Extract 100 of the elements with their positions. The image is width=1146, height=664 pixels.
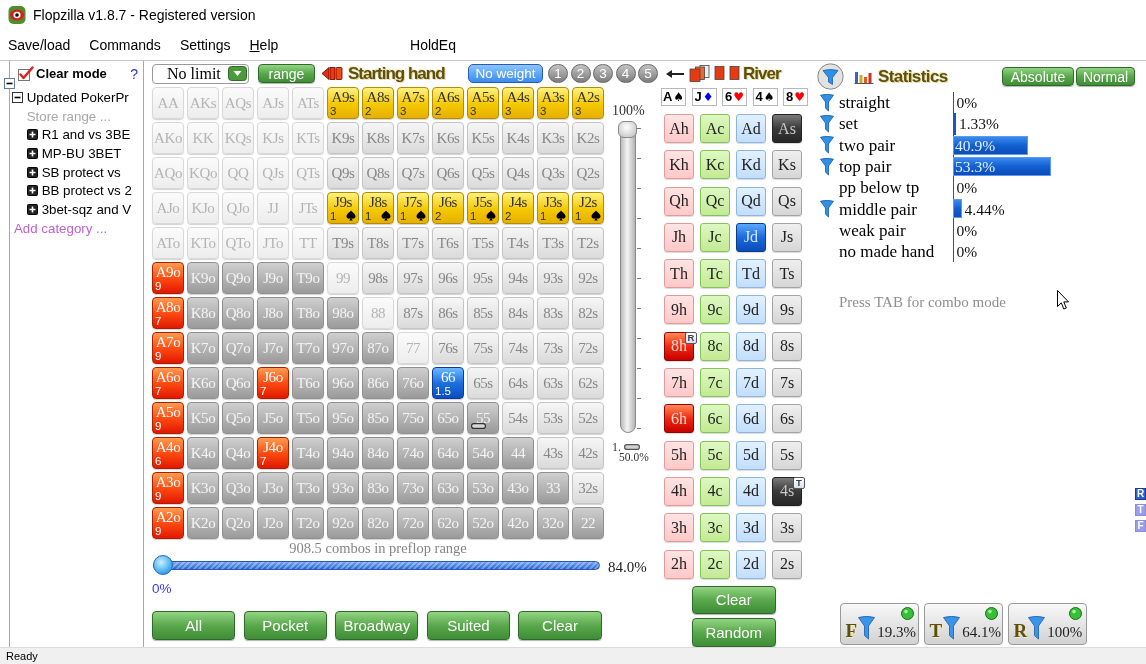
hand-button[interactable]: 75s [467,332,499,364]
board-button[interactable]: Clear [692,585,776,615]
hand-button[interactable]: KJo [187,192,219,224]
card-button[interactable]: 5h [664,440,694,470]
card-button[interactable]: 7h [664,368,694,398]
hand-button[interactable]: T3s [537,227,569,259]
hand-button[interactable]: 43s [537,437,569,469]
hand-button[interactable]: 43o [502,472,534,504]
card-button[interactable]: 2s [772,549,802,579]
hand-button[interactable]: 54o [467,437,499,469]
card-button[interactable]: 3d [736,513,766,543]
card-button[interactable]: 7d [736,368,766,398]
hand-button[interactable]: Q8o [222,297,254,329]
weight-button[interactable]: 3 [593,64,613,83]
hand-button[interactable]: K2o [187,507,219,539]
hand-button[interactable]: K8s [362,122,394,154]
hand-button[interactable]: 52o [467,507,499,539]
hand-button[interactable]: K3o [187,472,219,504]
hand-button[interactable]: 74s [502,332,534,364]
card-button[interactable]: 8d [736,331,766,361]
card-button[interactable]: 6h [664,404,694,434]
weight-button[interactable]: 1 [548,64,568,83]
side-tab[interactable]: R [1135,488,1146,501]
hand-button[interactable]: 63s [537,367,569,399]
menu-item[interactable]: Save/load [8,37,71,53]
hand-button[interactable]: Q6s [432,157,464,189]
hand-button[interactable]: KQs [222,122,254,154]
range-button[interactable]: range [258,64,315,83]
card-button[interactable]: Td [736,259,766,289]
hand-button[interactable]: 55 [467,402,499,434]
hand-button[interactable]: 97s [397,262,429,294]
hand-button[interactable]: KJs [257,122,289,154]
card-button[interactable]: 9d [736,295,766,325]
tree-item[interactable]: 3bet-sqz and V [10,200,143,219]
hand-button[interactable]: A8s 2 [362,87,394,119]
minus-box-icon[interactable] [4,78,15,89]
hand-button[interactable]: 83s [537,297,569,329]
hand-button[interactable]: 33 [537,472,569,504]
preset-button[interactable]: Broadway [335,611,419,640]
hand-button[interactable]: T6s [432,227,464,259]
card-button[interactable]: 9h [664,295,694,325]
minus-box-icon[interactable] [11,91,23,103]
hand-button[interactable]: 76s [432,332,464,364]
hand-button[interactable]: J9s 1 [327,192,359,224]
hand-button[interactable]: TT [292,227,324,259]
card-button[interactable]: 4c [700,476,730,506]
help-link[interactable]: ? [130,65,138,82]
hand-button[interactable]: 93o [327,472,359,504]
hand-button[interactable]: QJo [222,192,254,224]
hand-button[interactable]: 95s [467,262,499,294]
card-button[interactable]: 3h [664,513,694,543]
hand-button[interactable]: K7s [397,122,429,154]
menu-item[interactable]: Commands [89,37,161,53]
filter-toggle[interactable]: T 64.1% [923,603,1003,646]
funnel-icon[interactable] [820,200,834,219]
hand-button[interactable]: 82o [362,507,394,539]
card-button[interactable]: Ad [736,114,766,143]
preset-button[interactable]: All [152,611,236,640]
hand-button[interactable]: Q7s [397,157,429,189]
plus-box-icon[interactable] [26,203,38,215]
hand-button[interactable]: J3o [257,472,289,504]
hand-button[interactable]: 42s [572,437,604,469]
hand-button[interactable]: J8o [257,297,289,329]
tree-item[interactable]: BB protect vs 2 [10,181,143,201]
hand-button[interactable]: A9s 3 [327,87,359,119]
hand-button[interactable]: T4s [502,227,534,259]
hand-button[interactable]: AQo [152,157,184,189]
hand-button[interactable]: A7o 9 [152,332,184,364]
card-button[interactable]: Kd [736,150,766,180]
hand-button[interactable]: 98s [362,262,394,294]
card-button[interactable]: 6d [736,404,766,434]
weight-button[interactable]: 2 [570,64,591,83]
side-tab[interactable]: T [1135,504,1146,517]
hand-button[interactable]: 96s [432,262,464,294]
hand-button[interactable]: T2o [292,507,324,539]
hand-button[interactable]: 42o [502,507,534,539]
board-button[interactable]: Random [692,618,776,647]
hand-button[interactable]: 86o [362,367,394,399]
hand-button[interactable]: ATs [292,87,324,119]
hand-button[interactable]: K5s [467,122,499,154]
hand-button[interactable]: A6s 2 [432,87,464,119]
card-button[interactable]: Ts [772,259,802,289]
hand-button[interactable]: 66 1.5 [432,367,464,399]
hand-button[interactable]: T5o [292,402,324,434]
preset-button[interactable]: Pocket [243,611,327,640]
hand-button[interactable]: 93s [537,262,569,294]
filter-toggle[interactable]: F 19.3% [839,603,919,646]
card-button[interactable]: As [772,114,802,143]
hand-button[interactable]: AJs [257,87,289,119]
hand-button[interactable]: Q8s [362,157,394,189]
hand-button[interactable]: QQ [222,157,254,189]
weight-button[interactable]: 5 [638,64,658,83]
hand-button[interactable]: K2s [572,122,604,154]
card-button[interactable]: Kc [700,150,730,180]
hand-button[interactable]: 73o [397,472,429,504]
card-button[interactable]: 6s [772,404,802,434]
hand-button[interactable]: QJs [257,157,289,189]
mode-button[interactable]: Normal [1076,67,1135,86]
card-button[interactable]: 8s [772,331,802,361]
hand-button[interactable]: JTs [292,192,324,224]
